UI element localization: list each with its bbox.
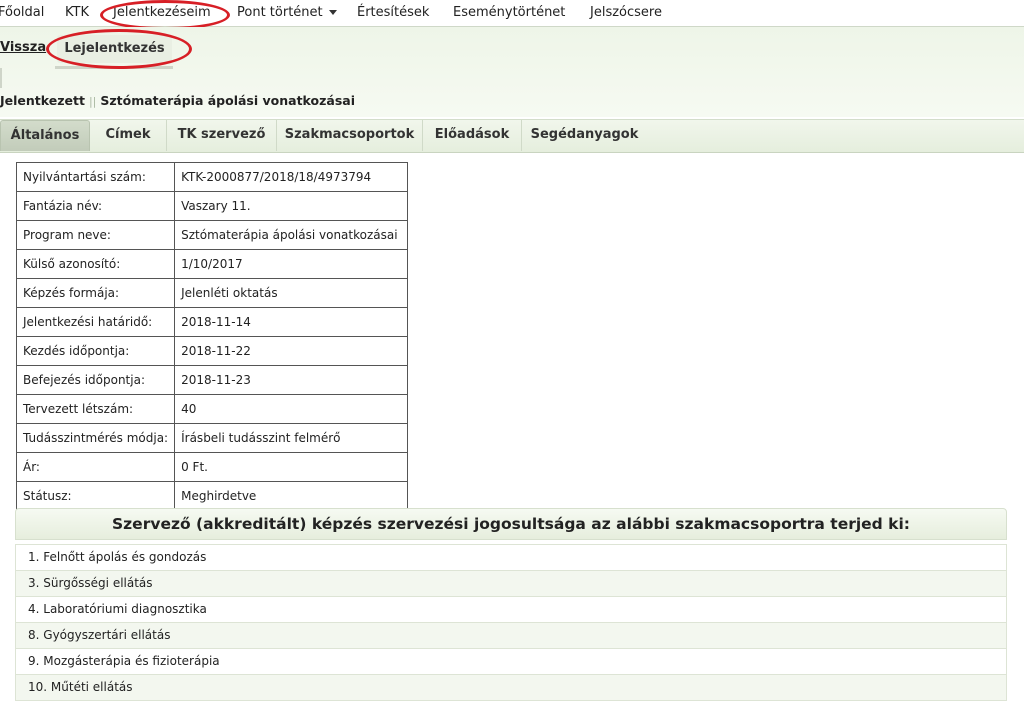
tab-segedanyagok[interactable]: Segédanyagok (522, 120, 647, 151)
field-label: Ár: (15, 452, 176, 482)
tab-szakmacsoportok[interactable]: Szakmacsoportok (277, 120, 423, 151)
field-label: Program neve: (15, 220, 176, 250)
field-label: Fantázia név: (15, 191, 176, 221)
list-item: 3. Sürgősségi ellátás (16, 571, 1006, 597)
tab-cimek[interactable]: Címek (90, 120, 167, 151)
field-label: Tudásszintmérés módja: (15, 423, 176, 453)
table-row: Befejezés időpontja: 2018-11-23 (15, 365, 409, 395)
tab-bar: Általános Címek TK szervező Szakmacsopor… (0, 119, 1024, 153)
field-value: KTK-2000877/2018/18/4973794 (174, 162, 409, 192)
table-row: Jelentkezési határidő: 2018-11-14 (15, 307, 409, 337)
page-title: Jelentkezett || Sztómaterápia ápolási vona… (0, 93, 355, 108)
tab-altalanos[interactable]: Általános (0, 120, 90, 151)
field-value: 1/10/2017 (174, 249, 409, 279)
nav-fooldal[interactable]: Főoldal (0, 5, 44, 20)
table-row: Kezdés időpontja: 2018-11-22 (15, 336, 409, 366)
field-value: Sztómaterápia ápolási vonatkozásai (174, 220, 409, 250)
field-value: Írásbeli tudásszint felmérő (174, 423, 409, 453)
details-table: Nyilvántartási szám: KTK-2000877/2018/18/… (15, 162, 409, 511)
table-row: Fantázia név: Vaszary 11. (15, 191, 409, 221)
field-label: Státusz: (15, 481, 176, 511)
field-label: Jelentkezési határidő: (15, 307, 176, 337)
table-row: Képzés formája: Jelenléti oktatás (15, 278, 409, 308)
table-row: Státusz: Meghirdetve (15, 481, 409, 511)
title-separator: || (88, 95, 97, 108)
highlight-oval-nav (100, 0, 230, 30)
chevron-down-icon (328, 10, 337, 15)
field-value: 2018-11-23 (174, 365, 409, 395)
table-row: Ár: 0 Ft. (15, 452, 409, 482)
back-link[interactable]: Vissza (0, 40, 46, 55)
field-label: Külső azonosító: (15, 249, 176, 279)
section-heading: Szervező (akkreditált) képzés szervezési… (15, 508, 1007, 540)
table-row: Nyilvántartási szám: KTK-2000877/2018/18/… (15, 162, 409, 192)
list-item: 1. Felnőtt ápolás és gondozás (16, 545, 1006, 571)
list-item: 4. Laboratóriumi diagnosztika (16, 597, 1006, 623)
course-name: Sztómaterápia ápolási vonatkozásai (100, 93, 355, 108)
table-row: Program neve: Sztómaterápia ápolási vonat… (15, 220, 409, 250)
field-label: Tervezett létszám: (15, 394, 176, 424)
list-item: 8. Gyógyszertári ellátás (16, 623, 1006, 649)
list-item: 9. Mozgásterápia és fizioterápia (16, 649, 1006, 675)
field-label: Befejezés időpontja: (15, 365, 176, 395)
field-value: 2018-11-14 (174, 307, 409, 337)
status-label: Jelentkezett (0, 93, 85, 108)
nav-jelszocsere[interactable]: Jelszócsere (590, 5, 662, 20)
tab-eloadasok[interactable]: Előadások (423, 120, 522, 151)
tab-tk-szervezo[interactable]: TK szervező (167, 120, 277, 151)
field-label: Kezdés időpontja: (15, 336, 176, 366)
highlight-oval-button (46, 29, 192, 69)
specialty-group-list: 1. Felnőtt ápolás és gondozás 3. Sürgőss… (15, 544, 1007, 701)
field-label: Nyilvántartási szám: (15, 162, 176, 192)
nav-ktk[interactable]: KTK (65, 5, 89, 20)
nav-ertesitesek[interactable]: Értesítések (357, 5, 429, 20)
nav-esemenytortenet[interactable]: Eseménytörténet (453, 5, 565, 20)
divider (0, 68, 2, 88)
nav-pont-tortenet[interactable]: Pont történet (237, 5, 337, 20)
table-row: Tervezett létszám: 40 (15, 394, 409, 424)
field-value: 40 (174, 394, 409, 424)
list-item: 10. Műtéti ellátás (16, 675, 1006, 700)
field-value: Meghirdetve (174, 481, 409, 511)
table-row: Tudásszintmérés módja: Írásbeli tudásszin… (15, 423, 409, 453)
field-label: Képzés formája: (15, 278, 176, 308)
field-value: 2018-11-22 (174, 336, 409, 366)
field-value: Vaszary 11. (174, 191, 409, 221)
field-value: 0 Ft. (174, 452, 409, 482)
table-row: Külső azonosító: 1/10/2017 (15, 249, 409, 279)
field-value: Jelenléti oktatás (174, 278, 409, 308)
nav-pont-tortenet-label: Pont történet (237, 5, 323, 20)
